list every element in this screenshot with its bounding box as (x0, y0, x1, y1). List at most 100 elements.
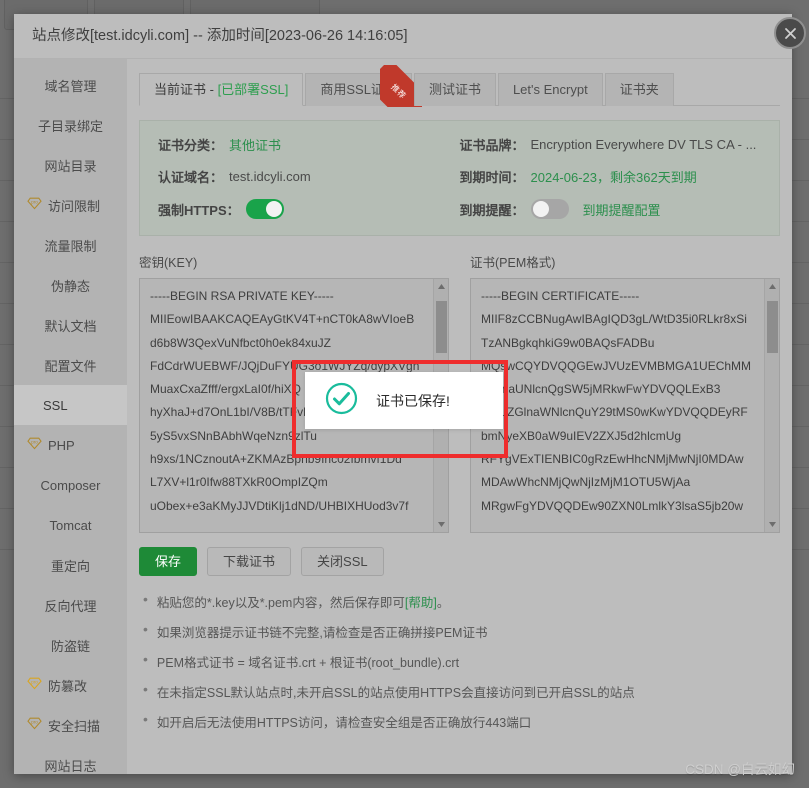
force-https-label: 强制HTTPS： (158, 202, 240, 218)
sidebar-item-label: PHP (48, 437, 75, 453)
list-item: • 在未指定SSL默认站点时,未开启SSL的站点使用HTTPS会直接访问到已开启… (143, 682, 780, 701)
list-item: • 如开启后无法使用HTTPS访问，请检查安全组是否正确放行443端口 (143, 712, 780, 731)
help-link[interactable]: [帮助] (405, 596, 437, 610)
sidebar-item-domain-management[interactable]: 域名管理 (14, 65, 127, 105)
certificate-brand-label: 证书品牌： (459, 138, 525, 153)
tab-commercial-ssl[interactable]: 商用SSL证书 推荐 (305, 65, 422, 107)
certificate-domain-label: 认证域名： (158, 170, 224, 185)
tab-current-certificate[interactable]: 当前证书 - [已部署SSL] (139, 73, 304, 106)
scrollbar-thumb[interactable] (436, 301, 447, 353)
tab-lets-encrypt[interactable]: Let's Encrypt (497, 73, 603, 106)
scrollbar-thumb[interactable] (767, 301, 778, 353)
download-certificate-button[interactable]: 下载证书 (207, 547, 292, 576)
pem-textarea[interactable]: -----BEGIN CERTIFICATE----- MIIF8zCCBNug… (470, 278, 780, 533)
sidebar-item-composer[interactable]: Composer (14, 465, 127, 505)
sidebar-item-label: 伪静态 (50, 278, 90, 294)
expire-reminder-row: 到期提醒： 到期提醒配置 (460, 199, 762, 219)
sidebar-item-tomcat[interactable]: Tomcat (14, 505, 127, 545)
sidebar-item-config-file[interactable]: 配置文件 (14, 345, 127, 385)
sidebar-item-traffic-limit[interactable]: 流量限制 (14, 225, 127, 265)
sidebar-item-security-scan[interactable]: pro 安全扫描 (14, 705, 127, 745)
sidebar-item-anti-leech[interactable]: 防盗链 (14, 625, 127, 665)
modal-title-bar: 站点修改[test.idcyli.com] -- 添加时间[2023-06-26… (14, 14, 792, 59)
certificate-brand-value: Encryption Everywhere DV TLS CA - ... (530, 137, 757, 152)
certificate-type-label: 证书分类： (158, 138, 224, 153)
sidebar-item-label: 流量限制 (44, 238, 97, 254)
certificate-brand-row: 证书品牌： Encryption Everywhere DV TLS CA - … (460, 135, 762, 154)
pem-scrollbar[interactable] (764, 279, 779, 532)
scroll-up-icon[interactable] (434, 279, 448, 294)
tab-status-suffix: [已部署SSL] (217, 82, 289, 97)
tab-test-certificate[interactable]: 测试证书 (413, 73, 496, 106)
pem-column: 证书(PEM格式) -----BEGIN CERTIFICATE----- MI… (470, 252, 780, 533)
sidebar-item-label: 访问限制 (48, 198, 101, 214)
expire-reminder-label: 到期提醒： (459, 202, 525, 218)
list-item: • 如果浏览器提示证书链不完整,请检查是否正确拼接PEM证书 (143, 622, 780, 641)
sidebar-item-website-directory[interactable]: 网站目录 (14, 145, 127, 185)
sidebar-item-default-document[interactable]: 默认文档 (14, 305, 127, 345)
sidebar-item-label: Tomcat (49, 517, 92, 533)
sidebar-item-label: 反向代理 (44, 598, 97, 614)
key-label: 密钥(KEY) (139, 256, 198, 270)
save-button[interactable]: 保存 (139, 547, 198, 576)
sidebar-item-label: 网站目录 (44, 158, 97, 174)
scroll-down-icon[interactable] (765, 517, 779, 532)
sidebar-item-ssl[interactable]: SSL (14, 385, 127, 425)
check-circle-icon (325, 382, 358, 420)
expire-time-label: 到期时间： (459, 170, 525, 185)
expire-reminder-config-link[interactable]: 到期提醒配置 (583, 200, 661, 219)
sidebar-item-label: 防篡改 (48, 678, 88, 694)
expire-reminder-toggle[interactable] (530, 199, 569, 219)
expire-time-value: 2024-06-23，剩余362天到期 (530, 170, 697, 185)
diamond-pro-icon: pro (26, 717, 43, 733)
force-https-toggle[interactable] (245, 199, 284, 219)
tab-label: 商用SSL证书 (320, 82, 397, 97)
list-item: • 粘贴您的*.key以及*.pem内容，然后保存即可[帮助]。 (143, 592, 780, 611)
expire-time-row: 到期时间： 2024-06-23，剩余362天到期 (460, 167, 762, 186)
sidebar-item-label: SSL (43, 397, 68, 413)
scroll-down-icon[interactable] (434, 517, 448, 532)
scroll-up-icon[interactable] (765, 279, 779, 294)
hint-text: 在未指定SSL默认站点时,未开启SSL的站点使用HTTPS会直接访问到已开启SS… (156, 686, 635, 700)
close-ssl-button[interactable]: 关闭SSL (301, 547, 384, 576)
hint-text: 如开启后无法使用HTTPS访问，请检查安全组是否正确放行443端口 (156, 716, 532, 730)
sidebar-item-php[interactable]: pro PHP (14, 425, 127, 465)
bullet-icon: • (143, 651, 148, 667)
sidebar-item-label: 防盗链 (50, 638, 90, 654)
pem-label: 证书(PEM格式) (470, 256, 556, 270)
sidebar-item-reverse-proxy[interactable]: 反向代理 (14, 585, 127, 625)
sidebar-item-subdirectory-binding[interactable]: 子目录绑定 (14, 105, 127, 145)
tab-label: 证书夹 (619, 82, 659, 97)
hint-text: 粘贴您的*.key以及*.pem内容，然后保存即可[帮助]。 (156, 596, 450, 610)
sidebar-item-access-restriction[interactable]: pro 访问限制 (14, 185, 127, 225)
bullet-icon: • (143, 621, 148, 637)
list-item: • PEM格式证书 = 域名证书.crt + 根证书(root_bundle).… (143, 652, 780, 671)
sidebar-item-anti-tamper[interactable]: pro 防篡改 (14, 665, 127, 705)
diamond-pro-icon: pro (26, 197, 43, 213)
sidebar-item-website-log[interactable]: 网站日志 (14, 745, 127, 785)
sidebar-item-label: 域名管理 (44, 78, 97, 94)
tab-label: 当前证书 - (154, 82, 218, 97)
svg-text:pro: pro (31, 199, 38, 204)
bullet-icon: • (143, 711, 148, 727)
sidebar-item-pseudo-static[interactable]: 伪静态 (14, 265, 127, 305)
sidebar-item-label: 网站日志 (44, 758, 97, 774)
diamond-pro-icon: pro (26, 437, 43, 453)
sidebar-item-redirect[interactable]: 重定向 (14, 545, 127, 585)
diamond-pro-icon: pro (26, 677, 43, 693)
sidebar-item-label: 重定向 (50, 558, 90, 574)
pem-textarea-content: -----BEGIN CERTIFICATE----- MIIF8zCCBNug… (481, 289, 752, 513)
tab-label: 测试证书 (428, 82, 481, 97)
close-icon[interactable] (774, 17, 806, 49)
tab-label: Let's Encrypt (512, 82, 588, 97)
toast-notification: 证书已保存! (305, 372, 503, 429)
certificate-type-value: 其他证书 (229, 138, 282, 153)
certificate-info-panel: 证书分类： 其他证书 认证域名： test.idcyli.com 强制HTTPS… (139, 120, 780, 236)
sidebar-item-label: 子目录绑定 (37, 118, 103, 134)
tab-certificate-folder[interactable]: 证书夹 (604, 73, 674, 106)
tab-bar: 当前证书 - [已部署SSL] 商用SSL证书 推荐 测试证书 Let's En… (139, 65, 780, 107)
hint-text: PEM格式证书 = 域名证书.crt + 根证书(root_bundle).cr… (156, 656, 460, 670)
hint-list: • 粘贴您的*.key以及*.pem内容，然后保存即可[帮助]。 • 如果浏览器… (139, 592, 780, 731)
certificate-domain-value: test.idcyli.com (229, 169, 311, 184)
sidebar-item-label: 安全扫描 (48, 718, 101, 734)
